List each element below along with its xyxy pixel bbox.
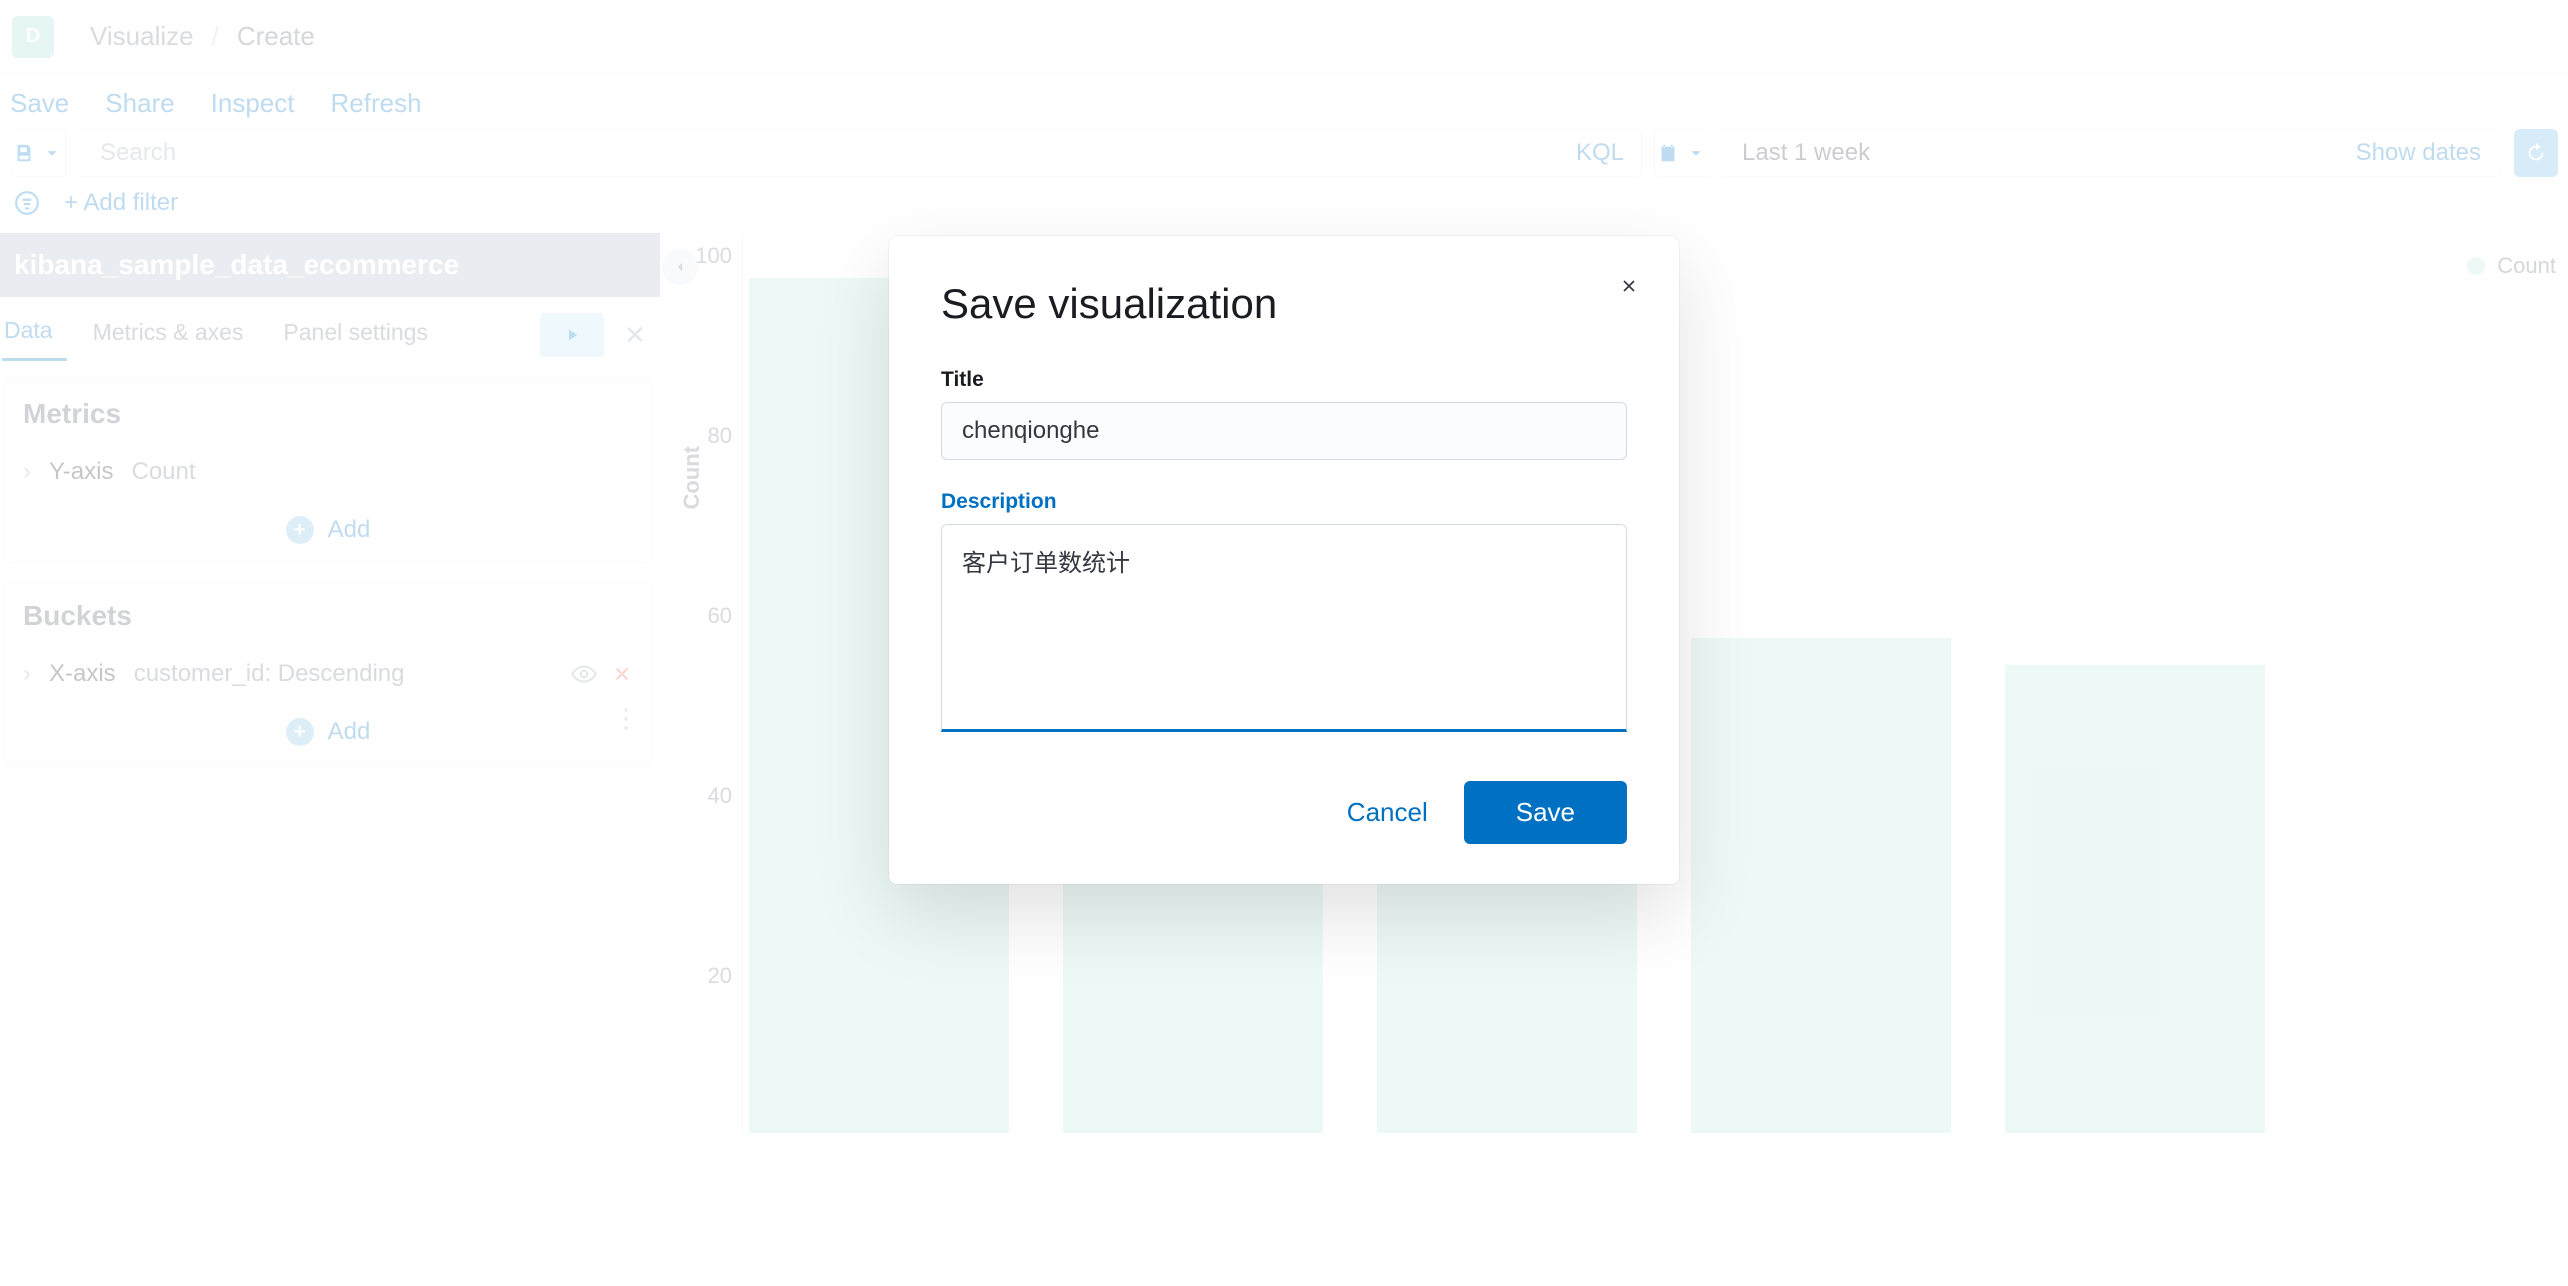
description-textarea[interactable] [941,524,1627,732]
cancel-button[interactable]: Cancel [1347,797,1428,828]
modal-backdrop[interactable]: Save visualization Title Description Can… [0,0,2568,1286]
description-field-label: Description [941,490,1627,514]
modal-footer: Cancel Save [941,781,1627,844]
title-field-label: Title [941,368,1627,392]
modal-close-button[interactable] [1615,272,1643,300]
modal-title: Save visualization [941,280,1627,328]
save-button[interactable]: Save [1464,781,1627,844]
save-visualization-modal: Save visualization Title Description Can… [889,236,1679,884]
title-input[interactable] [941,402,1627,460]
close-icon [1619,276,1639,296]
